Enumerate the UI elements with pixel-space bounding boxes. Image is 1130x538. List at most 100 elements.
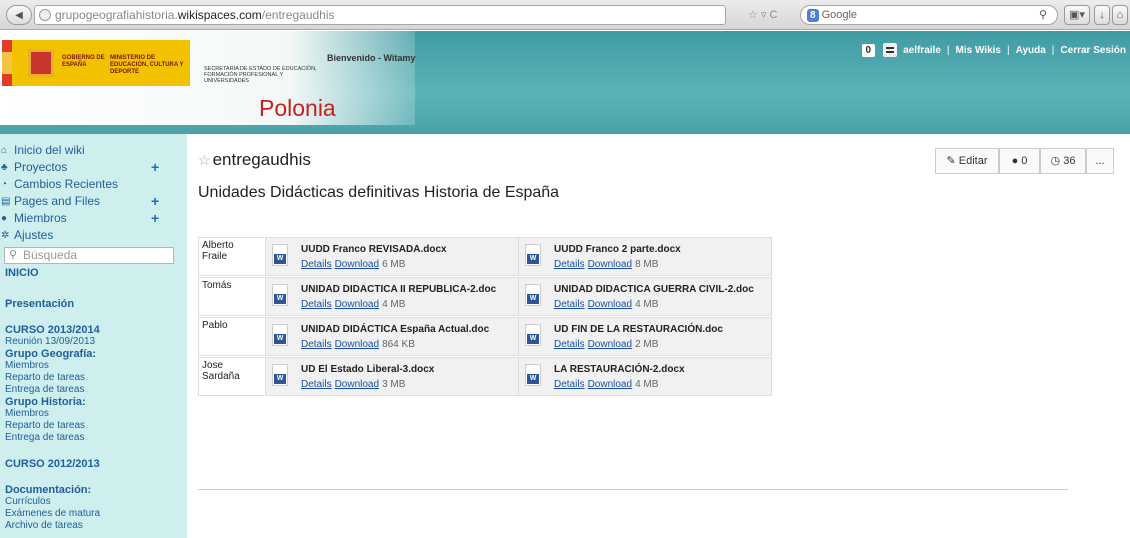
file-card: UNIDAD DIDACTICA GUERRA CIVIL-2.doc Detai… bbox=[518, 277, 772, 316]
sidebar-item-pages-files[interactable]: ▤ Pages and Files + bbox=[0, 193, 187, 210]
file-card: LA RESTAURACIÓN-2.docx DetailsDownload4 M… bbox=[518, 357, 772, 396]
nav-reunion[interactable]: Reunión 13/09/2013 bbox=[4, 336, 187, 348]
nav-hist-entrega[interactable]: Entrega de tareas bbox=[4, 432, 187, 444]
person-name: Alberto Fraile bbox=[198, 237, 264, 276]
logout-link[interactable]: Cerrar Sesión bbox=[1060, 45, 1126, 56]
nav-curriculos[interactable]: Currículos bbox=[4, 496, 187, 508]
nav-geo-miembros[interactable]: Miembros bbox=[4, 360, 187, 372]
edit-button[interactable]: ✎ Editar bbox=[935, 148, 999, 174]
sidebar-item-recent-changes[interactable]: ◔ Cambios Recientes bbox=[0, 176, 187, 193]
avatar[interactable] bbox=[883, 43, 898, 57]
nav-geo-entrega[interactable]: Entrega de tareas bbox=[4, 384, 187, 396]
screenshot-icon[interactable]: ▣▾ bbox=[1064, 5, 1090, 25]
add-project-button[interactable]: + bbox=[151, 159, 159, 176]
word-doc-icon[interactable] bbox=[272, 324, 288, 346]
nav-documentacion[interactable]: Documentación: bbox=[4, 484, 187, 496]
nav-hist-miembros[interactable]: Miembros bbox=[4, 408, 187, 420]
word-doc-icon[interactable] bbox=[525, 324, 541, 346]
search-engine-icon: 8 bbox=[807, 9, 819, 22]
notification-count[interactable]: 0 bbox=[861, 43, 876, 57]
word-doc-icon[interactable] bbox=[525, 284, 541, 306]
details-link[interactable]: Details bbox=[301, 259, 332, 270]
nav-grupo-geografia[interactable]: Grupo Geografía: bbox=[4, 348, 187, 360]
flag-icon bbox=[2, 40, 12, 86]
nav-curso-2012[interactable]: CURSO 2012/2013 bbox=[4, 458, 187, 470]
person-name: Pablo bbox=[198, 317, 264, 356]
add-page-button[interactable]: + bbox=[151, 193, 159, 210]
nav-presentacion[interactable]: Presentación bbox=[4, 298, 187, 310]
government-logo: GOBIERNO DE ESPAÑA MINISTERIO DE EDUCACI… bbox=[12, 40, 190, 86]
file-card: UD FIN DE LA RESTAURACIÓN.doc DetailsDown… bbox=[518, 317, 772, 356]
sidebar-item-home[interactable]: ⌂ Inicio del wiki bbox=[0, 142, 187, 159]
url-path: /entregaudhis bbox=[261, 8, 335, 22]
file-name[interactable]: UNIDAD DIDACTICA GUERRA CIVIL-2.doc bbox=[554, 284, 754, 295]
download-icon[interactable]: ↓ bbox=[1094, 5, 1110, 25]
download-link[interactable]: Download bbox=[335, 259, 379, 270]
reload-button[interactable]: ☆ ▿ C bbox=[748, 5, 777, 25]
download-link[interactable]: Download bbox=[335, 299, 379, 310]
download-link[interactable]: Download bbox=[588, 379, 632, 390]
nav-examenes[interactable]: Exámenes de matura bbox=[4, 508, 187, 520]
help-link[interactable]: Ayuda bbox=[1016, 45, 1046, 56]
file-size: 8 MB bbox=[635, 259, 659, 270]
person-name: Jose Sardaña bbox=[198, 357, 264, 396]
table-row: Tomás UNIDAD DIDACTICA II REPUBLICA-2.doc… bbox=[198, 277, 774, 316]
file-name[interactable]: UNIDAD DIDÁCTICA España Actual.doc bbox=[301, 324, 489, 335]
download-link[interactable]: Download bbox=[335, 339, 379, 350]
sidebar-item-projects[interactable]: ♣ Proyectos + bbox=[0, 159, 187, 176]
sidebar-search-input[interactable]: ⚲ Búsqueda bbox=[4, 247, 174, 264]
search-icon: ⚲ bbox=[9, 249, 18, 261]
nav-geo-reparto[interactable]: Reparto de tareas bbox=[4, 372, 187, 384]
nav-curso-2013[interactable]: CURSO 2013/2014 bbox=[4, 324, 187, 336]
download-link[interactable]: Download bbox=[588, 339, 632, 350]
file-name[interactable]: UUDD Franco REVISADA.docx bbox=[301, 244, 447, 255]
word-doc-icon[interactable] bbox=[525, 364, 541, 386]
favorite-star-icon[interactable]: ☆ bbox=[198, 152, 211, 168]
word-doc-icon[interactable] bbox=[525, 244, 541, 266]
divider bbox=[198, 489, 1068, 490]
home-browser-icon[interactable]: ⌂ bbox=[1112, 5, 1128, 25]
add-member-button[interactable]: + bbox=[151, 210, 159, 227]
download-link[interactable]: Download bbox=[588, 259, 632, 270]
my-wikis-link[interactable]: Mis Wikis bbox=[956, 45, 1001, 56]
sidebar-item-settings[interactable]: ✲ Ajustes bbox=[0, 227, 187, 244]
file-name[interactable]: UD El Estado Liberal-3.docx bbox=[301, 364, 434, 375]
download-link[interactable]: Download bbox=[335, 379, 379, 390]
word-doc-icon[interactable] bbox=[272, 284, 288, 306]
download-link[interactable]: Download bbox=[588, 299, 632, 310]
more-button[interactable]: ... bbox=[1086, 148, 1114, 174]
sidebar-item-members[interactable]: ● Miembros + bbox=[0, 210, 187, 227]
file-name[interactable]: UD FIN DE LA RESTAURACIÓN.doc bbox=[554, 324, 723, 335]
person-name: Tomás bbox=[198, 277, 264, 316]
browser-toolbar: ◀ grupogeografiahistoria.wikispaces.com/… bbox=[0, 0, 1130, 30]
file-size: 4 MB bbox=[382, 299, 406, 310]
browser-search-input[interactable]: 8 Google ⚲ bbox=[800, 5, 1058, 25]
details-link[interactable]: Details bbox=[301, 299, 332, 310]
secretaria-text: SECRETARÍA DE ESTADO DE EDUCACIÓN, FORMA… bbox=[204, 66, 317, 84]
file-name[interactable]: LA RESTAURACIÓN-2.docx bbox=[554, 364, 685, 375]
file-links: Details Download 3 MB bbox=[301, 379, 405, 390]
details-link[interactable]: Details bbox=[554, 259, 585, 270]
nav-grupo-historia[interactable]: Grupo Historia: bbox=[4, 396, 187, 408]
nav-inicio[interactable]: INICIO bbox=[4, 267, 187, 279]
gov-line1: GOBIERNO DE ESPAÑA bbox=[62, 55, 105, 68]
file-name[interactable]: UNIDAD DIDACTICA II REPUBLICA-2.doc bbox=[301, 284, 496, 295]
file-links: Details Download 4 MB bbox=[301, 299, 405, 310]
nav-hist-reparto[interactable]: Reparto de tareas bbox=[4, 420, 187, 432]
url-host: grupogeografiahistoria. bbox=[55, 8, 178, 22]
word-doc-icon[interactable] bbox=[272, 364, 288, 386]
word-doc-icon[interactable] bbox=[272, 244, 288, 266]
file-name[interactable]: UUDD Franco 2 parte.docx bbox=[554, 244, 681, 255]
address-bar[interactable]: grupogeografiahistoria.wikispaces.com/en… bbox=[34, 5, 726, 25]
details-link[interactable]: Details bbox=[554, 299, 585, 310]
comments-button[interactable]: ● 0 bbox=[999, 148, 1040, 174]
nav-archivo[interactable]: Archivo de tareas bbox=[4, 520, 187, 532]
details-link[interactable]: Details bbox=[554, 339, 585, 350]
back-arrow-icon[interactable]: ◀ bbox=[6, 5, 32, 25]
details-link[interactable]: Details bbox=[301, 339, 332, 350]
file-card: UUDD Franco REVISADA.docx DetailsDownload… bbox=[265, 237, 519, 276]
history-button[interactable]: ◷ 36 bbox=[1040, 148, 1086, 174]
username-link[interactable]: aelfraile bbox=[903, 45, 941, 56]
details-link[interactable]: Details bbox=[554, 379, 585, 390]
details-link[interactable]: Details bbox=[301, 379, 332, 390]
